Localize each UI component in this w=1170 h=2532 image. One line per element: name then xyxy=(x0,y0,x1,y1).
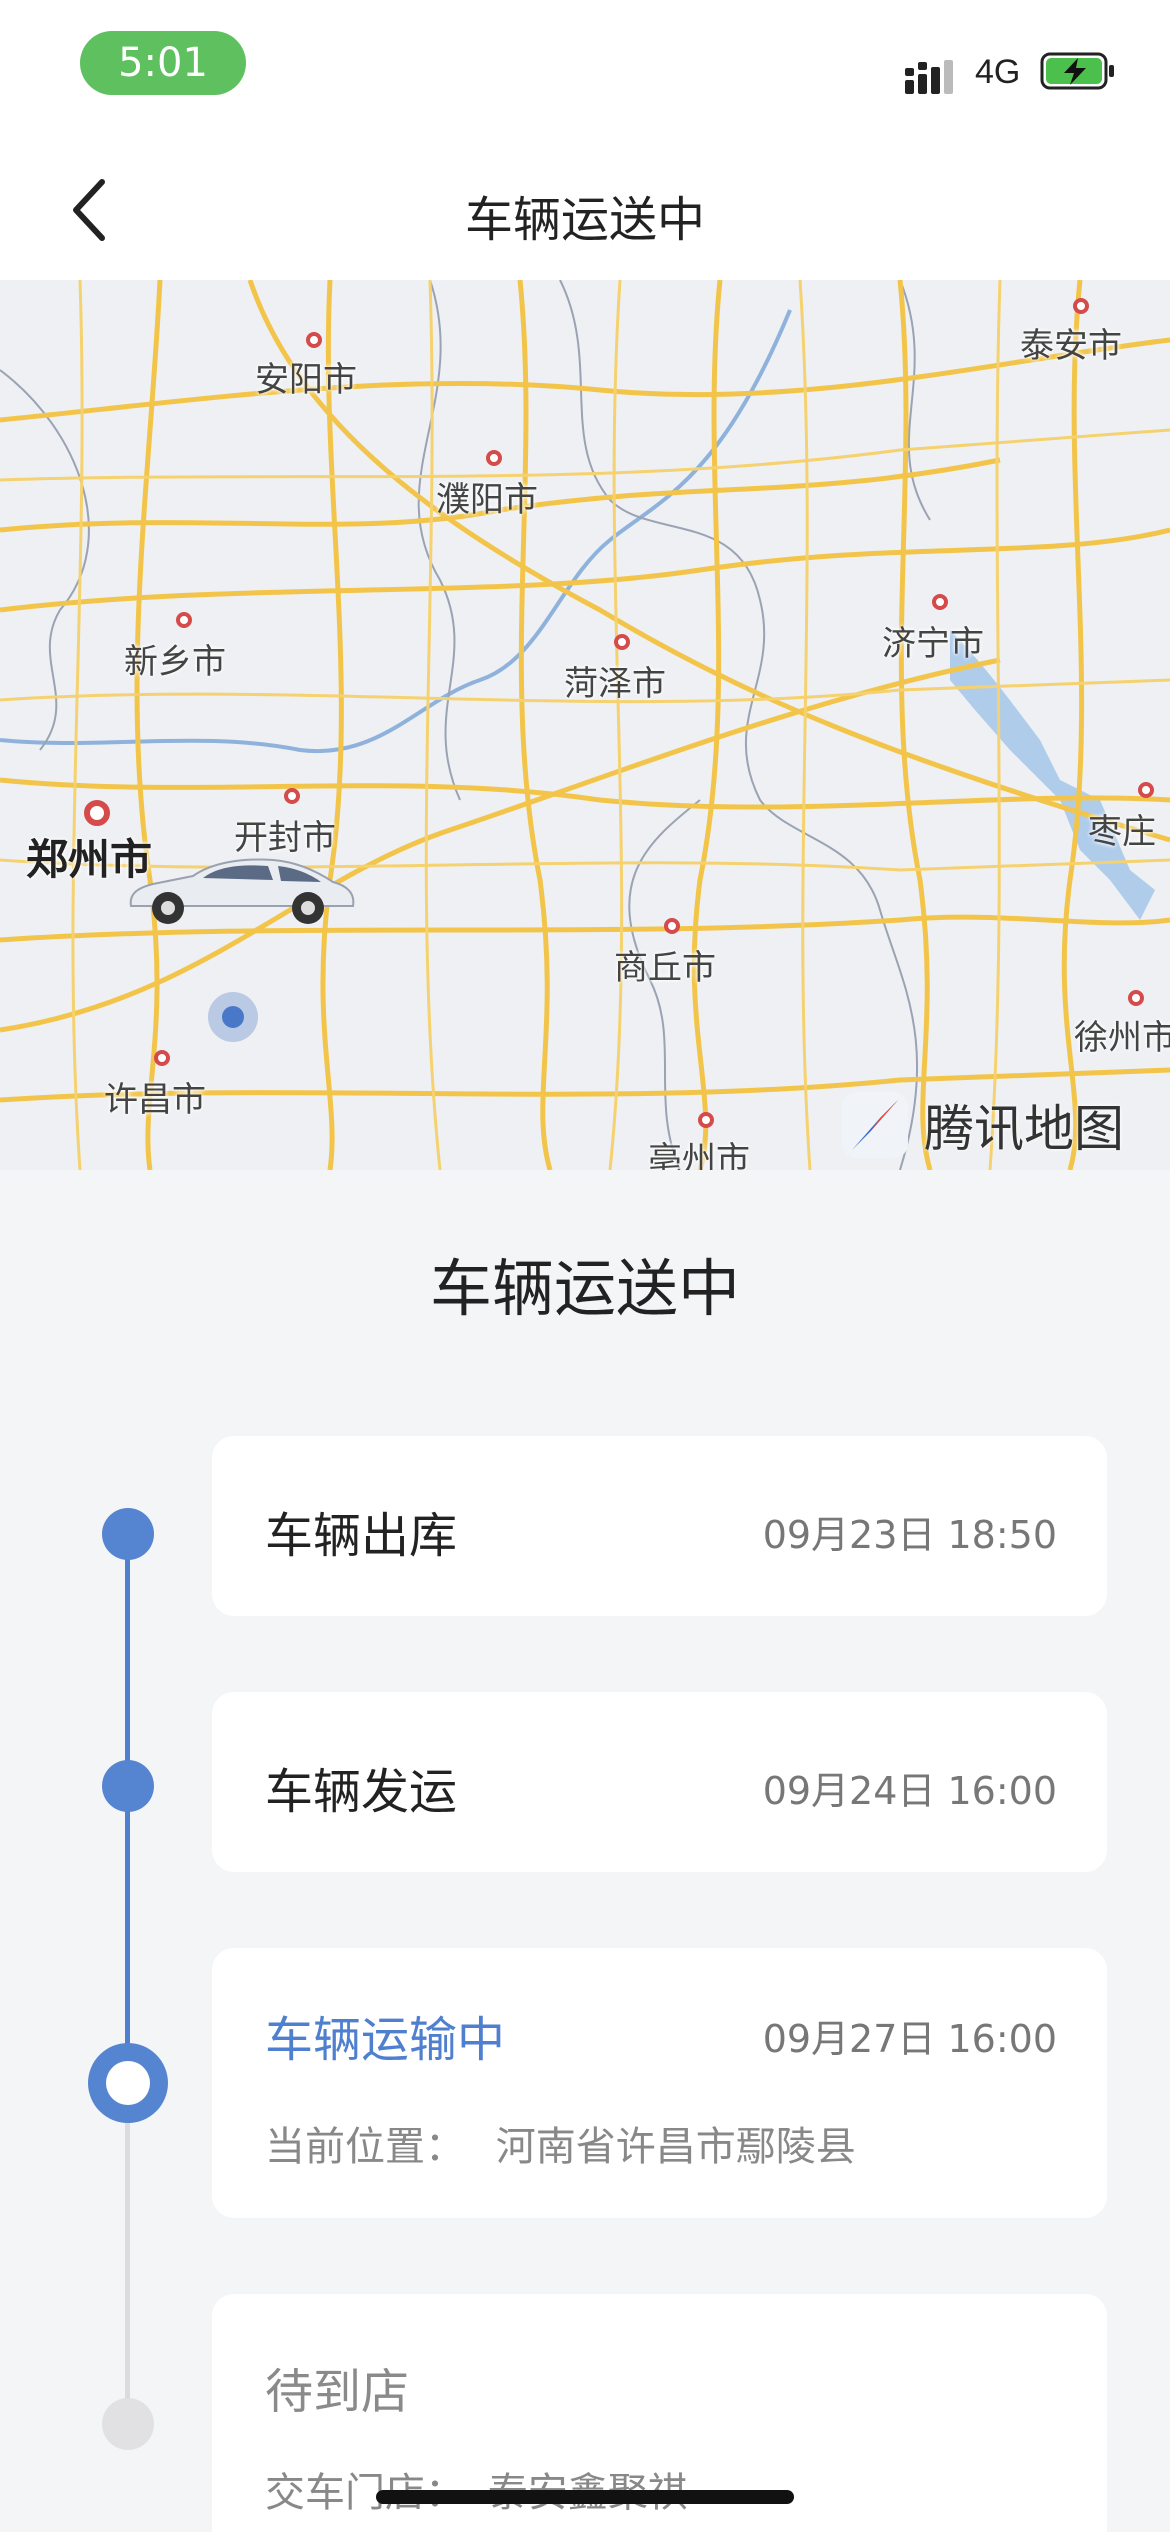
current-location-label: 当前位置： xyxy=(265,2124,465,2170)
step-title: 车辆发运 xyxy=(265,1764,458,1820)
city-marker xyxy=(306,332,322,348)
city-marker xyxy=(1138,782,1154,798)
current-location-text: 当前位置： 河南省许昌市鄢陵县 xyxy=(265,2114,856,2172)
city-label: 徐州市 xyxy=(1074,1018,1170,1058)
timeline-line-pending xyxy=(125,2085,130,2425)
current-location-value: 河南省许昌市鄢陵县 xyxy=(495,2124,856,2170)
navigation-bar: 车辆运送中 xyxy=(0,140,1170,280)
city-marker xyxy=(664,918,680,934)
timeline-dot-done xyxy=(102,1760,154,1812)
timeline-dot-current xyxy=(88,2043,168,2123)
current-location-marker xyxy=(208,992,258,1042)
status-bar: 5:01 4G xyxy=(0,0,1170,140)
status-heading: 车辆运送中 xyxy=(429,1252,740,1325)
city-label: 济宁市 xyxy=(882,624,984,664)
city-marker xyxy=(1073,298,1089,314)
city-marker xyxy=(932,594,948,610)
city-label: 安阳市 xyxy=(255,360,357,400)
timeline-dot-done xyxy=(102,1508,154,1560)
timeline-dot-pending xyxy=(102,2398,154,2450)
city-label: 菏泽市 xyxy=(564,664,666,704)
battery-charging-icon xyxy=(1040,52,1114,90)
capital-marker xyxy=(84,800,110,826)
tencent-map-icon xyxy=(842,1092,908,1158)
status-time: 5:01 xyxy=(80,31,246,95)
city-marker xyxy=(1128,990,1144,1006)
home-indicator[interactable] xyxy=(376,2490,794,2504)
city-label: 亳州市 xyxy=(648,1140,750,1170)
delivery-store-text: 交车门店： 泰安鑫聚祺 xyxy=(265,2460,688,2518)
step-time: 09月23日 18:50 xyxy=(762,1513,1057,1557)
page-title: 车辆运送中 xyxy=(464,192,705,248)
city-label: 新乡市 xyxy=(124,642,226,682)
cellular-signal-icon xyxy=(905,60,953,94)
city-label: 枣庄 xyxy=(1088,812,1156,852)
car-icon xyxy=(129,858,355,924)
step-time: 09月27日 16:00 xyxy=(762,2017,1057,2061)
timeline-card: 车辆发运 09月24日 16:00 xyxy=(212,1692,1107,1872)
step-title: 待到店 xyxy=(265,2364,410,2420)
map-provider-name: 腾讯地图 xyxy=(924,1100,1124,1158)
network-type: 4G xyxy=(975,53,1021,91)
city-label: 濮阳市 xyxy=(436,480,538,520)
map-provider-logo: 腾讯地图 xyxy=(840,1092,1124,1158)
city-marker xyxy=(698,1112,714,1128)
timeline-card-current: 车辆运输中 09月27日 16:00 当前位置： 河南省许昌市鄢陵县 xyxy=(212,1948,1107,2218)
city-label: 商丘市 xyxy=(614,948,716,988)
step-title: 车辆出库 xyxy=(265,1508,458,1564)
app-screen: 5:01 4G 车辆运送中 泰安市 安阳市 濮阳市 新乡市 菏泽市 济宁市 郑州… xyxy=(0,0,1170,2532)
step-title: 车辆运输中 xyxy=(265,2012,506,2068)
map-roads xyxy=(0,280,1170,1170)
map-view[interactable]: 泰安市 安阳市 濮阳市 新乡市 菏泽市 济宁市 郑州市 开封市 枣庄 商丘市 徐… xyxy=(0,280,1170,1170)
city-marker xyxy=(176,612,192,628)
city-marker xyxy=(614,634,630,650)
step-time: 09月24日 16:00 xyxy=(762,1769,1057,1813)
city-label: 许昌市 xyxy=(104,1080,206,1120)
timeline-card: 车辆出库 09月23日 18:50 xyxy=(212,1436,1107,1616)
city-marker xyxy=(154,1050,170,1066)
city-marker xyxy=(486,450,502,466)
city-marker xyxy=(284,788,300,804)
city-label: 泰安市 xyxy=(1020,326,1122,366)
